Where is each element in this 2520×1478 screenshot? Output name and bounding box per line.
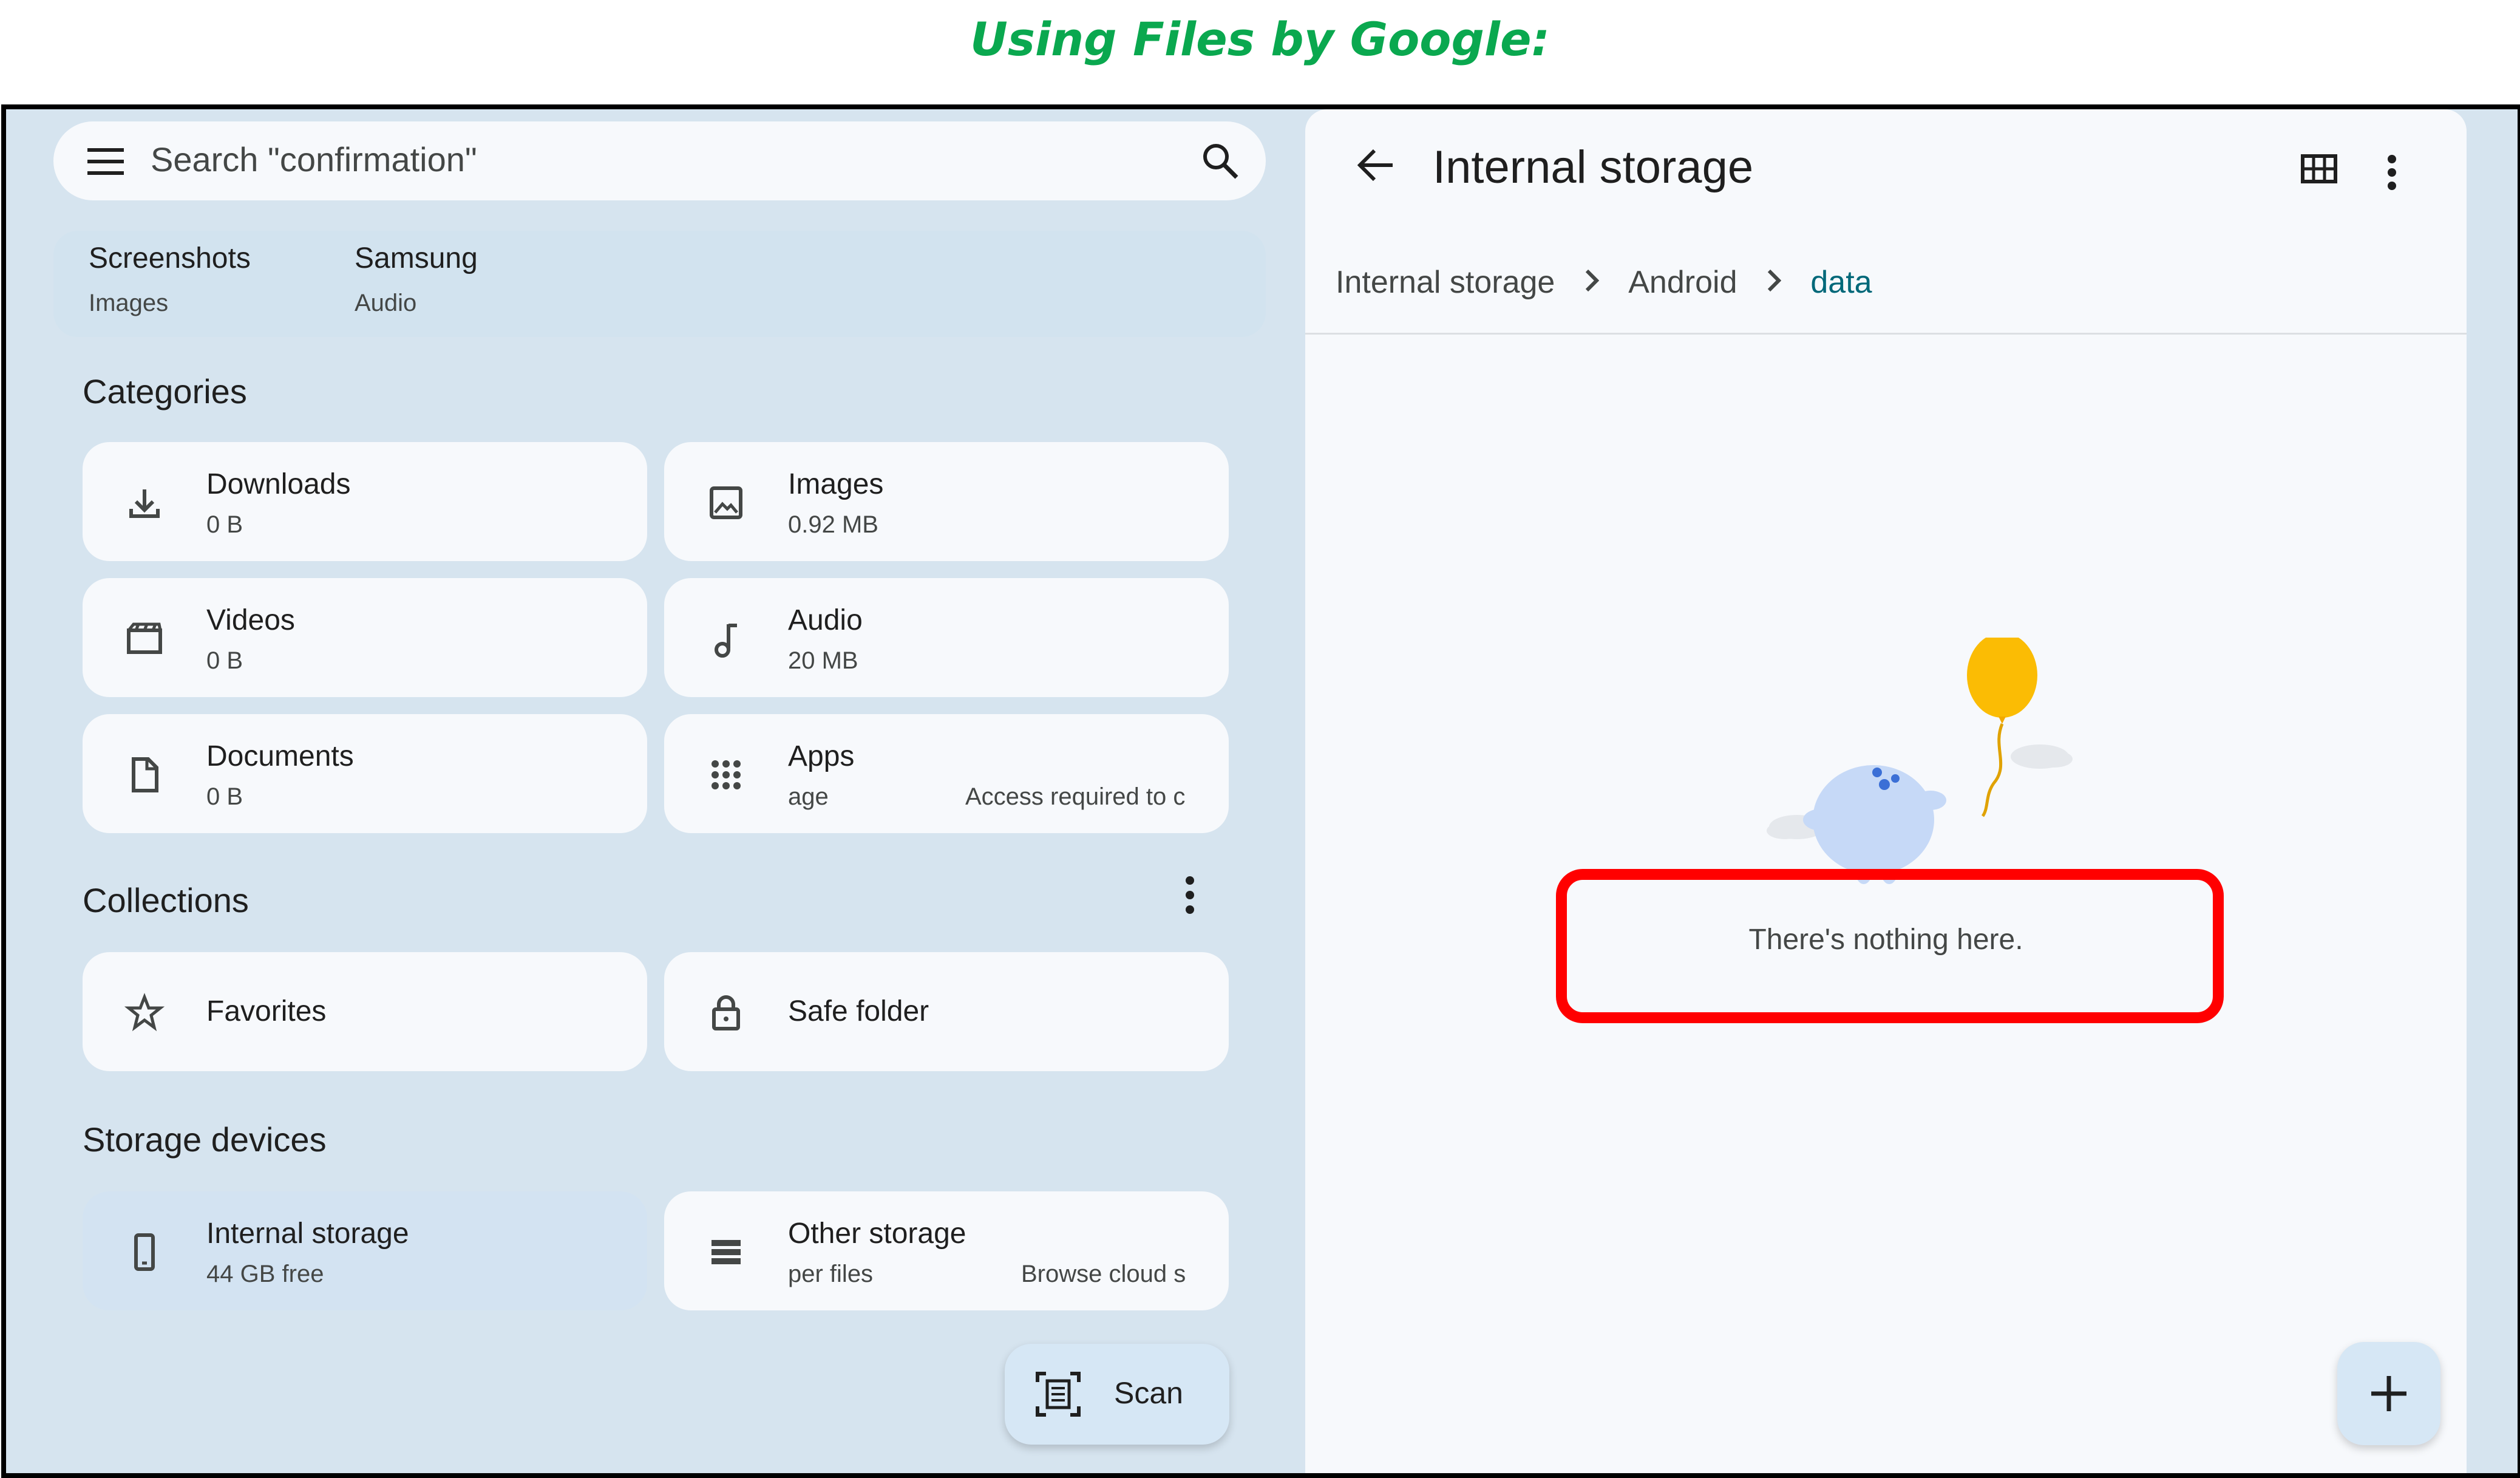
category-size: 0 B (206, 783, 243, 810)
storage-label: Internal storage (206, 1217, 409, 1250)
search-input[interactable]: Search "confirmation" (151, 140, 477, 179)
collections-title: Collections (83, 881, 249, 919)
category-audio[interactable]: Audio 20 MB (664, 578, 1229, 697)
category-images[interactable]: Images 0.92 MB (664, 442, 1229, 561)
empty-folder-illustration (1767, 638, 2073, 884)
storage-label: Other storage (788, 1217, 966, 1250)
header-divider (1305, 333, 2467, 335)
storage-desc: per files (788, 1261, 874, 1287)
chevron-right-icon (1584, 264, 1600, 301)
storage-free: 44 GB free (206, 1261, 324, 1287)
category-label: Downloads (206, 468, 351, 500)
category-size: 20 MB (788, 647, 858, 674)
app-window: Search "confirmation" Screenshots Images… (1, 104, 2520, 1478)
collection-favorites[interactable]: Favorites (83, 952, 647, 1071)
categories-title: Categories (83, 372, 247, 410)
storage-devices-title: Storage devices (83, 1120, 327, 1159)
recent-item-screenshots[interactable]: Screenshots Images (89, 242, 251, 317)
plus-icon (2371, 1376, 2406, 1411)
menu-icon[interactable] (87, 147, 126, 176)
recent-item-title: Samsung (355, 242, 478, 274)
scan-label: Scan (1114, 1376, 1183, 1410)
category-videos[interactable]: Videos 0 B (83, 578, 647, 697)
more-options-icon[interactable] (2386, 154, 2398, 191)
folder-view: Internal storage Internal storage Androi… (1305, 109, 2467, 1473)
category-size: 0 B (206, 647, 243, 674)
apps-grid-icon (712, 760, 741, 789)
search-icon[interactable] (1201, 142, 1239, 180)
collection-label: Favorites (206, 995, 327, 1027)
category-downloads[interactable]: Downloads 0 B (83, 442, 647, 561)
storage-other[interactable]: Other storage per files Browse cloud s (664, 1191, 1229, 1310)
category-apps[interactable]: Apps age Access required to c (664, 714, 1229, 833)
chevron-right-icon (1767, 264, 1782, 301)
category-size: age (788, 783, 829, 810)
breadcrumb: Internal storage Android data (1336, 262, 1872, 301)
add-button[interactable] (2337, 1342, 2440, 1445)
collection-label: Safe folder (788, 995, 929, 1027)
music-note-icon (715, 624, 737, 658)
scan-button[interactable]: Scan (1005, 1344, 1229, 1445)
highlight-box (1556, 869, 2224, 1023)
breadcrumb-data[interactable]: data (1810, 264, 1872, 301)
folder-title: Internal storage (1433, 141, 1754, 193)
category-size: 0.92 MB (788, 511, 878, 538)
category-documents[interactable]: Documents 0 B (83, 714, 647, 833)
image-icon (710, 486, 742, 519)
collection-safe-folder[interactable]: Safe folder (664, 952, 1229, 1071)
category-size: 0 B (206, 511, 243, 538)
lock-icon (712, 995, 740, 1030)
star-icon (124, 993, 165, 1032)
recent-item-samsung[interactable]: Samsung Audio (355, 242, 478, 317)
category-label: Audio (788, 604, 863, 636)
document-scanner-icon (1036, 1372, 1081, 1417)
recent-searches: Screenshots Images Samsung Audio (53, 231, 1266, 337)
document-icon (132, 757, 158, 792)
category-note: Access required to c (965, 783, 1186, 810)
phone-icon (134, 1233, 155, 1271)
recent-item-title: Screenshots (89, 242, 251, 274)
movie-icon (127, 622, 162, 654)
search-bar[interactable]: Search "confirmation" (53, 121, 1266, 200)
storage-internal[interactable]: Internal storage 44 GB free (83, 1191, 647, 1310)
category-label: Apps (788, 740, 855, 772)
category-label: Videos (206, 604, 295, 636)
category-label: Documents (206, 740, 354, 772)
storage-note: Browse cloud s (1021, 1261, 1186, 1287)
breadcrumb-android[interactable]: Android (1628, 264, 1737, 301)
category-label: Images (788, 468, 884, 500)
download-icon (129, 489, 160, 518)
breadcrumb-internal-storage[interactable]: Internal storage (1336, 264, 1555, 301)
recent-item-subtitle: Audio (355, 290, 417, 316)
page-heading: Using Files by Google: (970, 12, 1550, 66)
back-arrow-icon[interactable] (1356, 148, 1395, 182)
grid-view-icon[interactable] (2301, 154, 2337, 183)
collections-more-icon[interactable] (1184, 876, 1196, 914)
recent-item-subtitle: Images (89, 290, 169, 316)
storage-list-icon (712, 1240, 741, 1264)
